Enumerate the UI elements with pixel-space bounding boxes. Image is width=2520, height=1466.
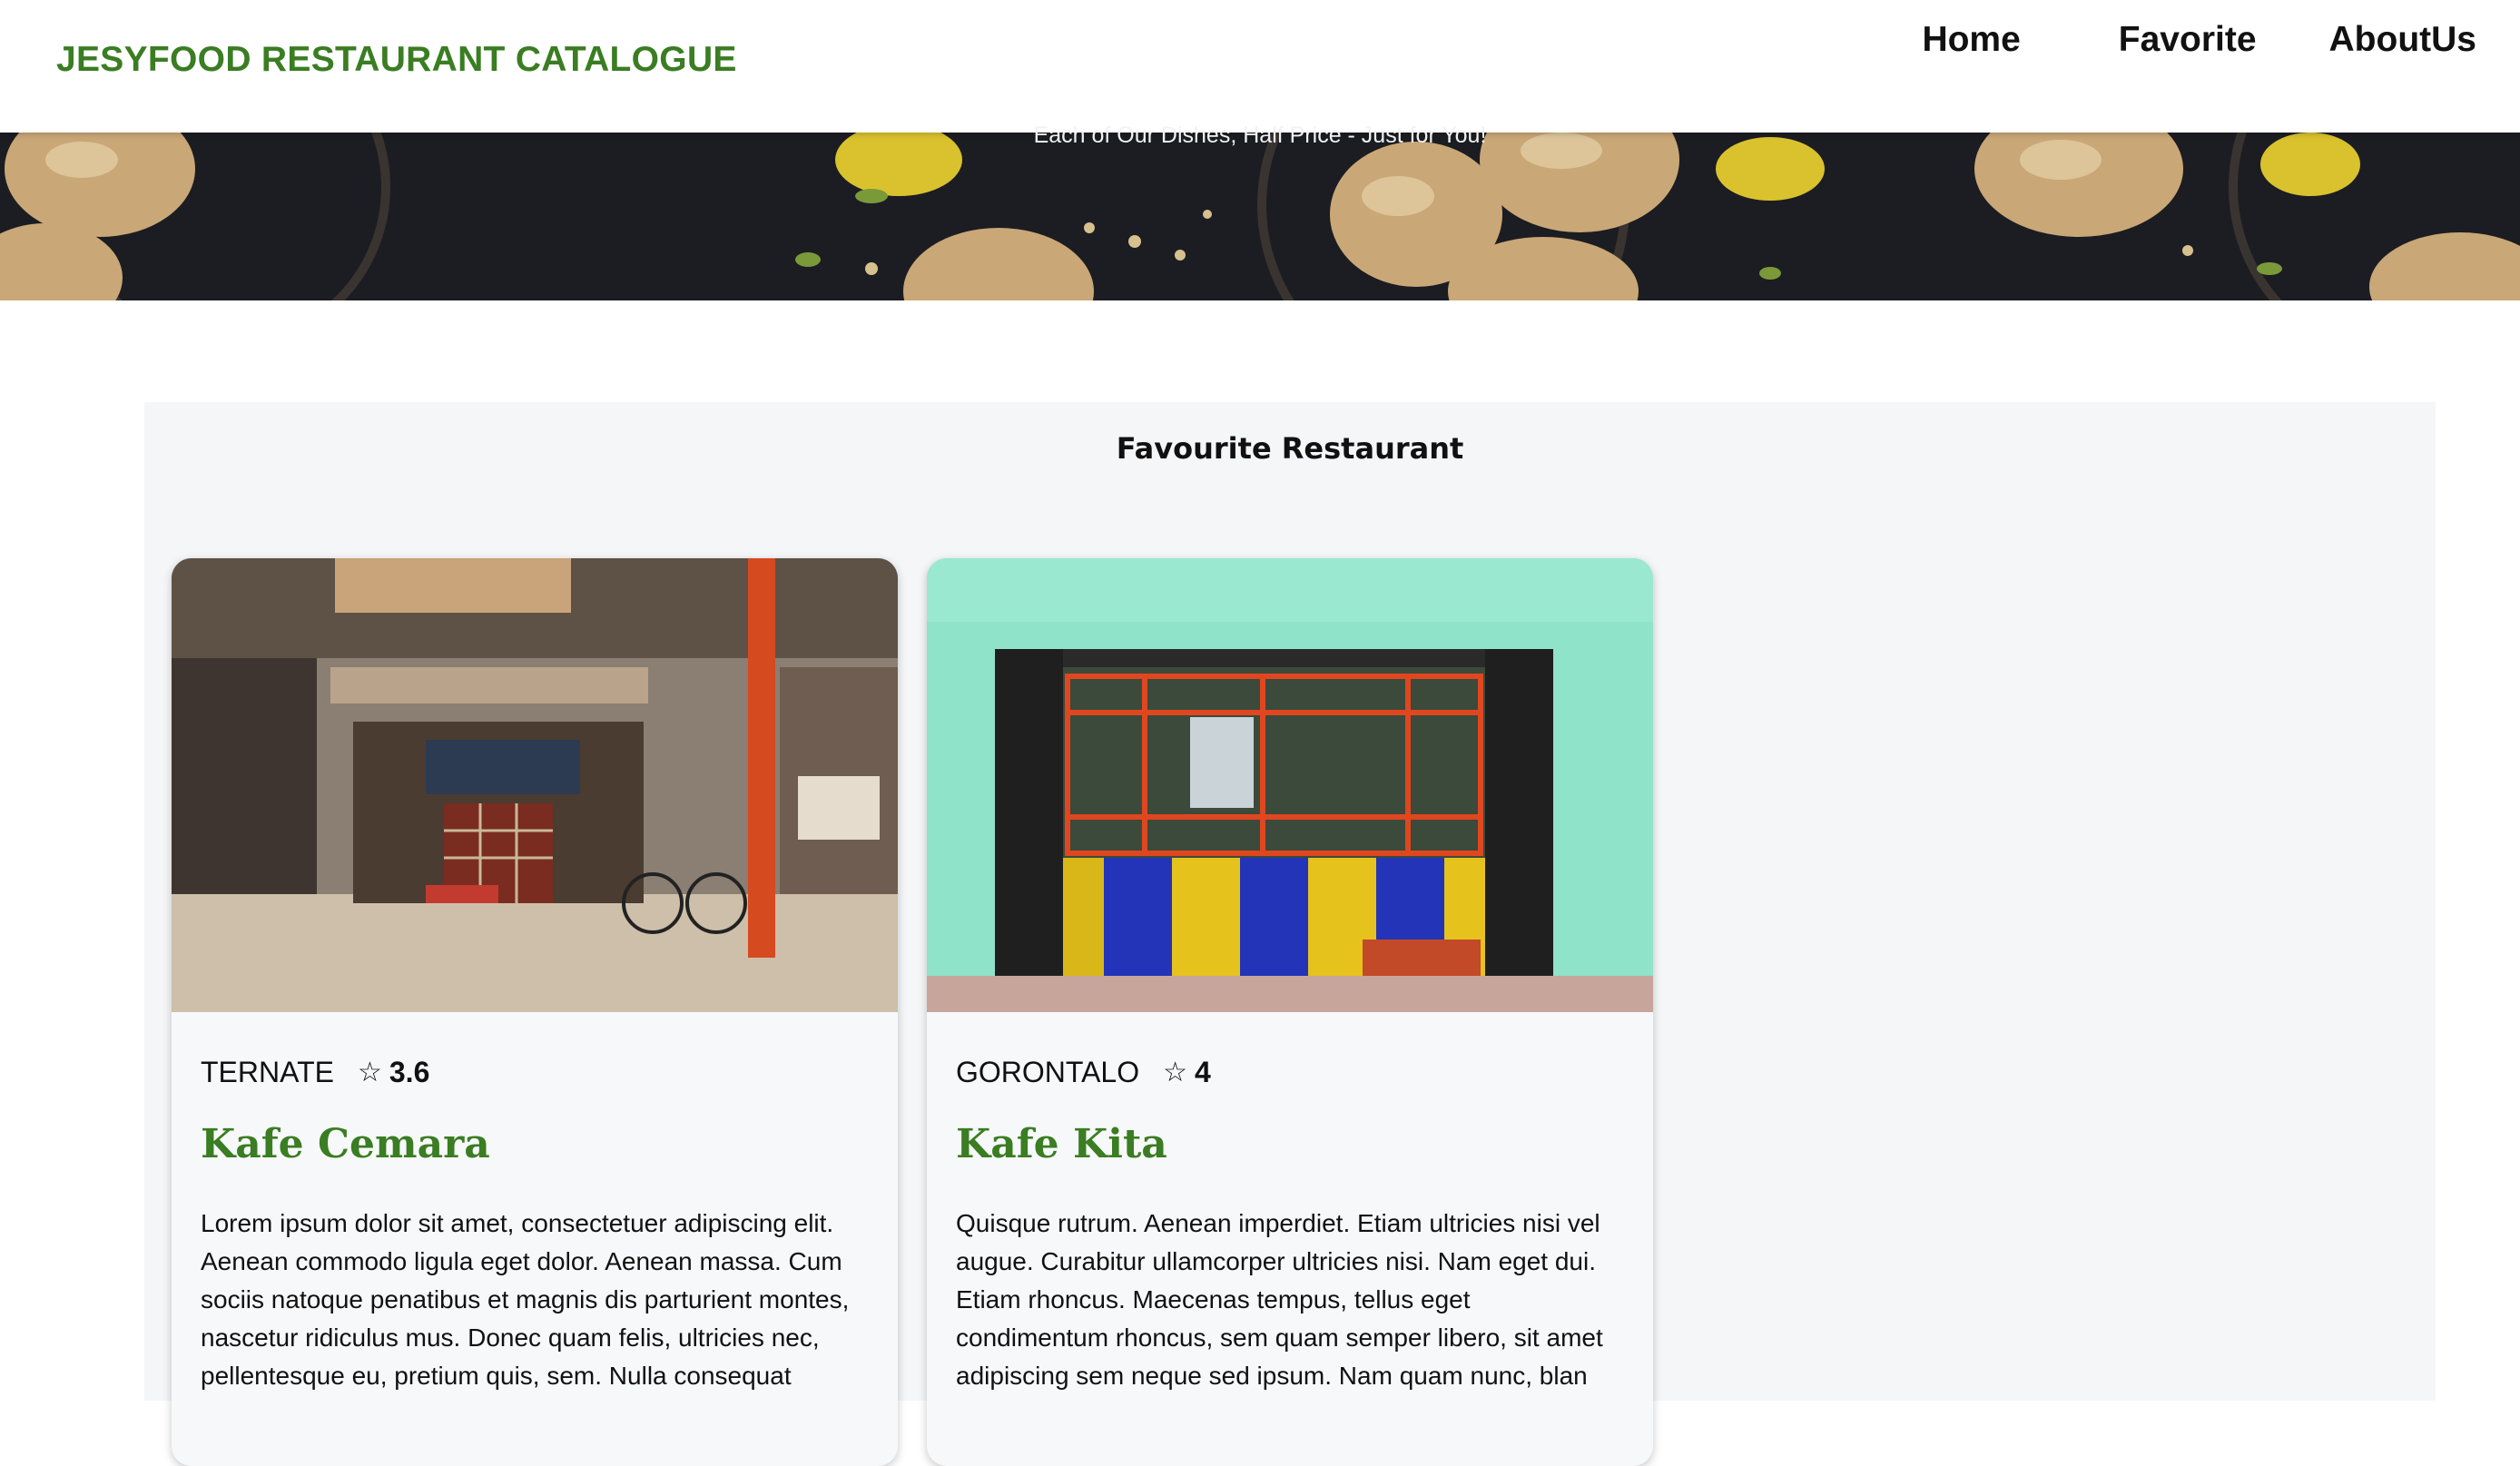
restaurant-city: TERNATE xyxy=(201,1056,334,1088)
restaurant-rating: 4 xyxy=(1195,1056,1211,1088)
section-title: Favourite Restaurant xyxy=(1116,431,1464,466)
hero-banner xyxy=(0,133,2520,300)
brand-title[interactable]: JESYFOOD RESTAURANT CATALOGUE xyxy=(56,40,737,80)
restaurant-card[interactable]: TERNATE ☆ 3.6 Kafe Cemara Lorem ipsum do… xyxy=(172,558,898,1466)
restaurant-name-link[interactable]: Kafe Kita xyxy=(956,1121,1167,1167)
restaurant-image xyxy=(927,558,1653,1012)
hero-food-image xyxy=(0,133,2520,300)
restaurant-image xyxy=(172,558,898,1012)
nav-home-link[interactable]: Home xyxy=(1922,20,2020,60)
app-header: JESYFOOD RESTAURANT CATALOGUE Home Favor… xyxy=(0,0,2520,133)
restaurant-meta: TERNATE ☆ 3.6 xyxy=(201,1056,429,1089)
restaurant-city: GORONTALO xyxy=(956,1056,1140,1088)
main-nav: Home Favorite AboutUs xyxy=(1922,20,2476,60)
restaurant-name-link[interactable]: Kafe Cemara xyxy=(201,1121,490,1167)
nav-favorite-link[interactable]: Favorite xyxy=(2119,20,2257,60)
restaurant-card[interactable]: GORONTALO ☆ 4 Kafe Kita Quisque rutrum. … xyxy=(927,558,1653,1466)
hero-tagline: Each of Our Dishes, Half Price - Just fo… xyxy=(1033,123,1487,148)
star-outline-icon: ☆ xyxy=(357,1058,382,1087)
star-outline-icon: ☆ xyxy=(1163,1058,1187,1087)
restaurant-meta: GORONTALO ☆ 4 xyxy=(956,1056,1211,1089)
favourite-section: Favourite Restaurant TERNATE ☆ 3.6 Kafe … xyxy=(144,402,2436,1466)
nav-aboutus-link[interactable]: AboutUs xyxy=(2329,20,2476,60)
restaurant-rating: 3.6 xyxy=(389,1056,430,1088)
